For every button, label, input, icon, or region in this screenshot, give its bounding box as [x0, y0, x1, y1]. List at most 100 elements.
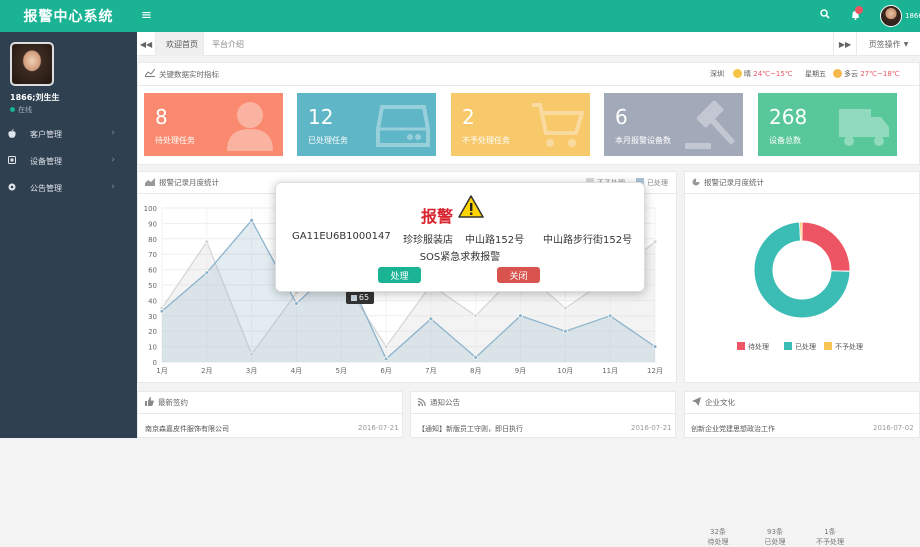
data-point: [294, 301, 299, 306]
y-tick-label: 0: [153, 359, 157, 367]
pie-chart-panel: 报警记录月度统计 待处理 已处理 不予处理 32条 待处理 93条 已处理 1条 不予处理: [684, 171, 920, 546]
list-item[interactable]: 南京森嘉皮件服饰有限公司: [145, 424, 229, 434]
pie-stat-rejected: 1条不予处理: [805, 527, 855, 547]
card-label: 待处理任务: [155, 136, 195, 145]
weather-today-temp: 24℃~15℃: [753, 70, 793, 78]
weather-today-label: 晴: [744, 70, 751, 78]
stat-value: 1条: [824, 528, 836, 536]
data-point: [562, 328, 568, 334]
list-item-date: 2016-07-02: [873, 424, 914, 432]
list-item[interactable]: 【通知】新版员工守则，即日执行: [418, 424, 523, 434]
legend-label: 待处理: [748, 342, 769, 351]
line-chart-title: 报警记录月度统计: [159, 178, 219, 187]
notification-badge: [855, 6, 863, 14]
card-processed[interactable]: 12 已处理任务: [297, 93, 436, 156]
search-icon[interactable]: [820, 9, 830, 22]
list-item[interactable]: 创新企业党建思想政治工作: [691, 424, 775, 434]
culture-panel: 企业文化 创新企业党建思想政治工作 2016-07-02: [684, 391, 920, 438]
x-tick-label: 4月: [291, 367, 302, 375]
weather-city: 深圳: [710, 70, 724, 78]
gavel-icon: [685, 100, 736, 149]
card-label: 本月报警设备数: [615, 136, 671, 145]
sidebar-item-notices[interactable]: 公告管理 ›: [0, 177, 137, 199]
device-icon: [8, 156, 18, 166]
y-tick-label: 90: [148, 220, 157, 228]
data-point: [159, 308, 165, 314]
pie-chart-title: 报警记录月度统计: [704, 178, 764, 187]
y-tick-label: 40: [148, 297, 157, 305]
alarm-device-id: GA11EU6B1000147: [292, 231, 391, 242]
tab-home[interactable]: 欢迎首页: [156, 32, 204, 56]
top-username[interactable]: 1866: [905, 12, 920, 20]
sun-icon: [733, 69, 742, 78]
sidebar-item-customers[interactable]: 客户管理 ›: [0, 123, 137, 145]
list-item-date: 2016-07-21: [631, 424, 672, 432]
tabs-scroll-left-icon[interactable]: ◀◀: [137, 32, 156, 56]
chart-tooltip: 65: [346, 291, 374, 304]
pie-slice: [801, 221, 851, 272]
chevron-right-icon: ›: [111, 155, 115, 165]
pie-stat-pending: 32条 待处理: [693, 527, 743, 547]
tab-intro[interactable]: 平台介绍: [212, 32, 262, 56]
status-donut-chart: 待处理 已处理 不予处理: [737, 221, 863, 351]
tabs-scroll-right-icon[interactable]: ▶▶: [833, 32, 857, 56]
legend-label: 不予处理: [835, 342, 863, 351]
legend-swatch: [784, 342, 792, 350]
card-rejected[interactable]: 2 不予处理任务: [451, 93, 590, 156]
card-number: 8: [155, 105, 168, 129]
hdd-icon: [376, 105, 430, 147]
stat-label: 待处理: [707, 538, 729, 546]
stat-label: 已处理: [764, 538, 786, 546]
y-tick-label: 70: [148, 251, 157, 259]
warning-icon: [458, 195, 484, 218]
x-tick-label: 2月: [201, 367, 212, 375]
tab-ops-dropdown[interactable]: 页签操作 ▼: [857, 32, 920, 56]
data-point: [383, 344, 389, 350]
user-avatar[interactable]: [10, 42, 54, 86]
alarm-description: SOS紧急求救报警: [419, 252, 501, 263]
cart-icon: [532, 103, 584, 147]
alarm-title: 报警: [421, 207, 454, 226]
data-point: [204, 239, 210, 245]
sidebar-item-devices[interactable]: 设备管理 ›: [0, 150, 137, 172]
tooltip-value: 65: [358, 293, 370, 302]
data-point: [204, 270, 210, 276]
thumbs-up-icon: [145, 397, 154, 408]
card-total-devices[interactable]: 268 设备总数: [758, 93, 897, 156]
sidebar-item-label: 公告管理: [30, 183, 62, 193]
close-button[interactable]: 关闭: [497, 267, 540, 283]
data-point: [473, 354, 479, 360]
content-tabs: ◀◀ 欢迎首页 平台介绍 ▶▶ 页签操作 ▼: [137, 32, 920, 56]
caret-down-icon: ▼: [903, 40, 909, 48]
card-monthly-devices[interactable]: 6 本月报警设备数: [604, 93, 743, 156]
area-chart-icon: [145, 177, 155, 188]
circle-icon: [8, 183, 18, 193]
weather-tomorrow-temp: 27℃~18℃: [860, 70, 900, 78]
handle-button[interactable]: 处理: [378, 267, 421, 283]
legend-swatch: [824, 342, 832, 350]
card-number: 268: [769, 105, 808, 129]
weather-tomorrow: 多云 27℃~18℃: [833, 69, 900, 79]
tooltip-swatch: [350, 294, 357, 301]
card-label: 不予处理任务: [462, 136, 510, 145]
notice-panel-title: 通知公告: [430, 398, 460, 407]
x-tick-label: 1月: [156, 367, 167, 375]
user-icon: [227, 102, 273, 151]
weather-tomorrow-label: 多云: [844, 70, 858, 78]
top-avatar[interactable]: [880, 5, 902, 27]
data-point: [473, 313, 479, 319]
user-name[interactable]: 1866;刘生生: [10, 92, 59, 103]
stat-label: 不予处理: [816, 538, 844, 546]
sidebar: 1866;刘生生 在线 客户管理 › 设备管理 › 公告管理 ›: [0, 32, 137, 438]
user-status-label: 在线: [18, 106, 32, 114]
data-point: [383, 356, 389, 362]
card-label: 设备总数: [769, 136, 801, 145]
menu-toggle-icon[interactable]: ≡: [141, 8, 152, 23]
y-tick-label: 80: [148, 236, 157, 244]
sign-panel-title: 最新签约: [158, 398, 188, 407]
alarm-dialog: 报警 GA11EU6B1000147 珍珍服装店 中山路152号 中山路步行街1…: [275, 182, 645, 292]
pie-chart-icon: [692, 178, 700, 188]
x-tick-label: 10月: [557, 367, 573, 375]
paper-plane-icon: [692, 397, 701, 408]
card-pending[interactable]: 8 待处理任务: [144, 93, 283, 156]
